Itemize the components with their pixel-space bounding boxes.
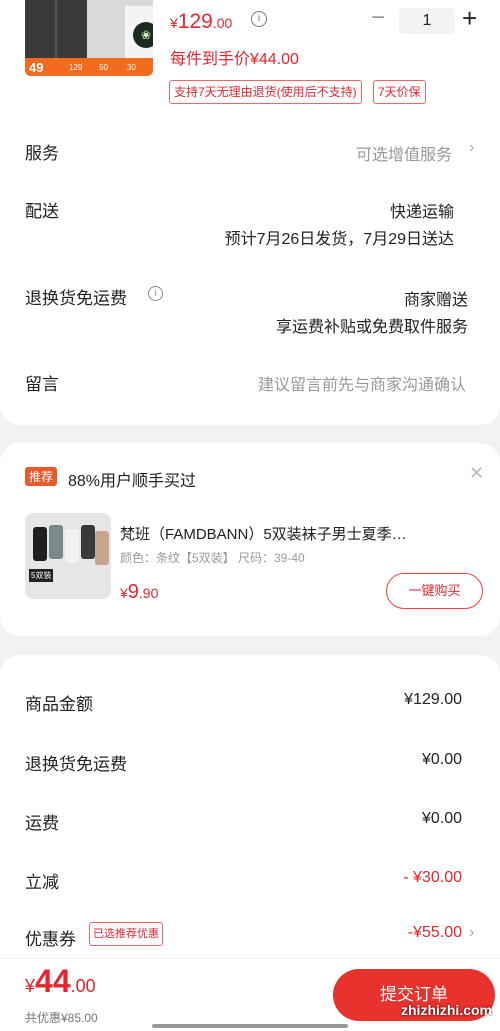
total-price: ¥44.00 [25, 963, 96, 999]
home-indicator[interactable] [152, 1024, 348, 1028]
free-return-value: 商家赠送 [403, 292, 468, 309]
one-click-buy-button[interactable]: 一键购买 [386, 573, 483, 609]
sock-image [95, 531, 109, 565]
note-input[interactable]: 建议留言前先与商家沟通确认 [258, 371, 466, 395]
quantity-increase-button[interactable]: + [462, 4, 477, 32]
thumbnail-price-1: 129 [69, 63, 83, 72]
quantity-input[interactable]: 1 [399, 8, 455, 34]
goods-amount-value: ¥129.00 [404, 691, 462, 708]
sock-image [65, 529, 79, 563]
product-price: ¥129.00 [170, 10, 233, 33]
close-icon[interactable]: ✕ [469, 463, 484, 484]
recommend-badge: 推荐 [25, 467, 58, 486]
delivery-label: 配送 [25, 202, 59, 221]
coupon-selected-tag: 已选推荐优惠 [89, 922, 163, 946]
recommend-product-name[interactable]: 梵班（FAMDBANN）5双装袜子男士夏季… [120, 523, 488, 544]
unit-price-label: 每件到手价¥44.00 [170, 51, 299, 68]
image-label: 5双装 [29, 569, 54, 582]
order-item-card: ❀ 49 129 50 30 ¥129.00 i − 1 + 每件到手价¥44.… [0, 0, 500, 425]
thumbnail-badge: 49 [29, 60, 44, 75]
instant-discount-value: - ¥30.00 [403, 869, 462, 886]
instant-discount-label: 立减 [25, 873, 59, 892]
recommend-price: ¥9.90 [120, 581, 159, 603]
delivery-method[interactable]: 快递运输 [390, 198, 454, 222]
shipping-fee-value: ¥0.00 [421, 810, 462, 827]
recommend-product-spec: 颜色：条纹【5双装】 尺码：39-40 [120, 551, 305, 565]
free-return-fee-value: ¥0.00 [421, 751, 462, 768]
free-return-detail: 享运费补贴或免费取件服务 [275, 319, 468, 336]
recommend-title: 88%用户顺手买过 [68, 473, 197, 490]
watermark: zhizhizhi.com [401, 1002, 492, 1018]
thumbnail-emblem-icon: ❀ [133, 22, 153, 48]
coupon-value[interactable]: -¥55.00 [408, 924, 462, 942]
return-policy-tag: 支持7天无理由退货(使用后不支持) [169, 80, 362, 104]
coupon-label: 优惠券 [25, 930, 76, 949]
sock-image [33, 527, 47, 561]
service-label: 服务 [25, 144, 59, 163]
delivery-eta: 预计7月26日发货，7月29日送达 [224, 231, 454, 248]
thumbnail-price-3: 30 [127, 63, 136, 72]
recommend-product-image[interactable]: 5双装 [25, 513, 111, 599]
service-value[interactable]: 可选增值服务 [356, 141, 452, 165]
product-thumbnail[interactable]: ❀ 49 129 50 30 [25, 0, 153, 76]
info-icon[interactable]: i [148, 286, 163, 301]
thumbnail-pants-image [25, 0, 87, 58]
chevron-right-icon[interactable]: › [469, 139, 474, 157]
recommendation-card: 推荐 88%用户顺手买过 ✕ 5双装 梵班（FAMDBANN）5双装袜子男士夏季… [0, 443, 500, 636]
sock-image [49, 525, 63, 559]
shipping-fee-label: 运费 [25, 814, 59, 833]
price-info-icon[interactable]: i [251, 11, 267, 27]
free-return-fee-label: 退换货免运费 [25, 755, 127, 774]
total-saved: 共优惠¥85.00 [25, 1011, 98, 1025]
note-label: 留言 [25, 375, 59, 394]
price-protection-tag: 7天价保 [373, 80, 426, 104]
goods-amount-label: 商品金额 [25, 695, 93, 714]
sock-image [81, 525, 95, 559]
thumbnail-price-2: 50 [99, 63, 108, 72]
checkout-bar: ¥44.00 共优惠¥85.00 提交订单 [0, 958, 500, 1031]
free-return-label: 退换货免运费 [25, 289, 127, 308]
chevron-right-icon[interactable]: › [469, 924, 474, 942]
quantity-decrease-button[interactable]: − [371, 6, 385, 30]
